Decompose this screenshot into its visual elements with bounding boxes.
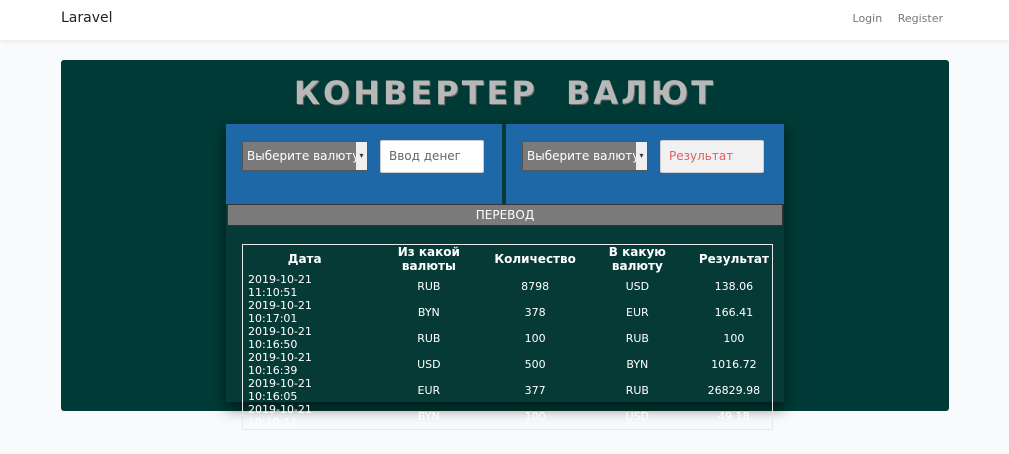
to-currency-select[interactable]: Выберите валюту ▾: [522, 141, 648, 171]
table-header-row: Дата Из какой валюты Количество В какую …: [243, 245, 773, 273]
header-result: Результат: [698, 252, 769, 266]
cell-amount: 100: [524, 409, 546, 423]
cell-date: 2019-10-21 11:10:51: [248, 273, 312, 299]
header-date: Дата: [287, 252, 322, 266]
cell-date: 2019-10-21 10:16:50: [248, 325, 312, 351]
cell-amount: 500: [524, 357, 546, 371]
converter-card: Выберите валюту ▾ Ввод денег Выберите ва…: [226, 124, 784, 430]
table-row: 2019-10-21 10:16:50 RUB 100 RUB 100: [243, 325, 773, 351]
table-row: 2019-10-21 11:10:51 RUB 8798 USD 138.06: [243, 273, 773, 299]
chevron-down-icon: ▾: [636, 142, 647, 170]
cell-result: 49.18: [718, 409, 750, 423]
cell-from: RUB: [417, 279, 441, 293]
cell-to: USD: [625, 409, 650, 423]
cell-from: EUR: [417, 383, 441, 397]
cell-from: BYN: [417, 409, 440, 423]
cell-to: EUR: [626, 305, 649, 319]
cell-date: 2019-10-21 10:16:39: [248, 351, 312, 377]
cell-amount: 377: [524, 383, 546, 397]
cell-amount: 8798: [521, 279, 550, 293]
header-to: В какую валюту: [608, 245, 666, 273]
register-link[interactable]: Register: [898, 12, 943, 25]
converter-panel: КОНВЕРТЕР ВАЛЮТ Выберите валюту ▾ Ввод д…: [61, 60, 949, 430]
navbar: Laravel Login Register: [0, 0, 1009, 40]
table-row: 2019-10-21 10:10:11 BYN 100 USD 49.18: [243, 403, 773, 430]
from-currency-label: Выберите валюту: [247, 149, 360, 163]
convert-button[interactable]: ПЕРЕВОД: [227, 204, 783, 226]
cell-amount: 100: [524, 331, 546, 345]
cell-to: RUB: [625, 331, 649, 345]
cell-result: 166.41: [714, 305, 754, 319]
cell-from: USD: [417, 357, 441, 371]
brand-link[interactable]: Laravel: [61, 10, 113, 26]
cell-date: 2019-10-21 10:17:01: [248, 299, 312, 325]
cell-result: 100: [723, 331, 745, 345]
cell-to: USD: [625, 279, 650, 293]
table-row: 2019-10-21 10:17:01 BYN 378 EUR 166.41: [243, 299, 773, 325]
cell-amount: 378: [524, 305, 546, 319]
from-section: Выберите валюту ▾ Ввод денег: [226, 124, 502, 204]
from-currency-select[interactable]: Выберите валюту ▾: [242, 141, 368, 171]
amount-input[interactable]: Ввод денег: [380, 140, 484, 173]
cell-date: 2019-10-21 10:10:11: [248, 403, 312, 429]
header-amount: Количество: [494, 252, 576, 266]
cell-date: 2019-10-21 10:16:05: [248, 377, 312, 403]
nav-links: Login Register: [841, 12, 943, 25]
result-field[interactable]: Результат: [660, 140, 764, 173]
page-title: КОНВЕРТЕР ВАЛЮТ: [293, 74, 717, 112]
table-row: 2019-10-21 10:16:05 EUR 377 RUB 26829.98: [243, 377, 773, 403]
table-row: 2019-10-21 10:16:39 USD 500 BYN 1016.72: [243, 351, 773, 377]
cell-result: 1016.72: [711, 357, 757, 371]
to-currency-label: Выберите валюту: [527, 149, 640, 163]
chevron-down-icon: ▾: [356, 142, 367, 170]
cell-result: 26829.98: [707, 383, 761, 397]
cell-to: RUB: [625, 383, 649, 397]
history-table: Дата Из какой валюты Количество В какую …: [242, 244, 773, 430]
header-from: Из какой валюты: [397, 245, 460, 273]
login-link[interactable]: Login: [853, 12, 883, 25]
cell-from: RUB: [417, 331, 441, 345]
cell-result: 138.06: [714, 279, 754, 293]
cell-to: BYN: [626, 357, 649, 371]
cell-from: BYN: [417, 305, 440, 319]
to-section: Выберите валюту ▾ Результат: [506, 124, 784, 204]
